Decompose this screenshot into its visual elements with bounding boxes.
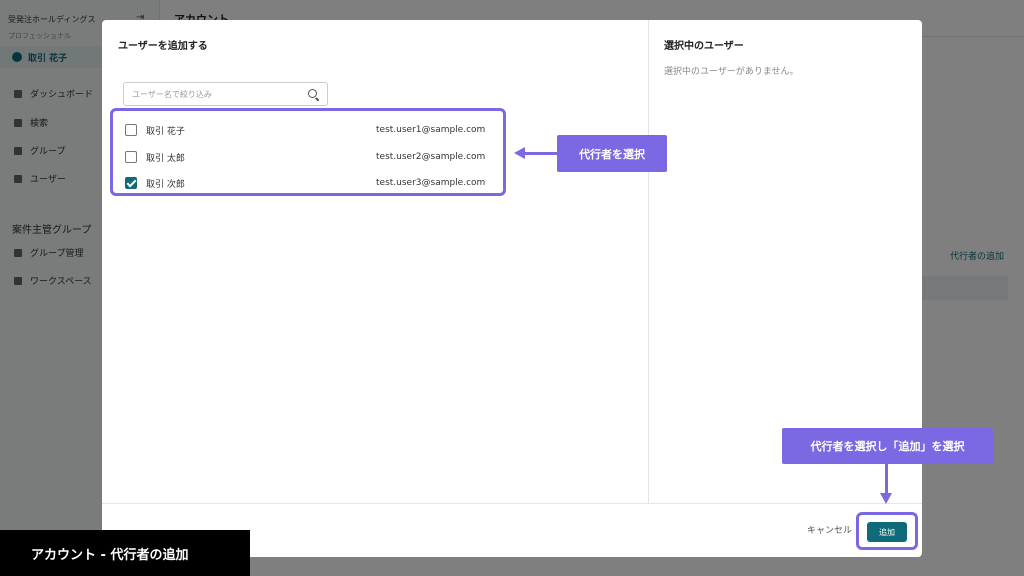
search-field[interactable] xyxy=(123,82,328,106)
checkbox[interactable] xyxy=(125,124,137,136)
arrow-line xyxy=(885,464,888,494)
arrow-left-icon xyxy=(514,147,525,159)
user-list: 取引 花子 test.user1@sample.com 取引 太郎 test.u… xyxy=(110,108,506,196)
modal-title: ユーザーを追加する xyxy=(118,41,208,52)
user-email: test.user2@sample.com xyxy=(376,152,486,162)
arrow-line xyxy=(524,152,558,155)
empty-message: 選択中のユーザーがありません。 xyxy=(664,67,799,77)
divider xyxy=(648,20,649,503)
arrow-down-icon xyxy=(880,493,892,504)
add-button-highlight: 追加 xyxy=(856,512,918,550)
divider xyxy=(102,503,922,504)
user-email: test.user3@sample.com xyxy=(376,178,486,188)
list-item[interactable]: 取引 太郎 test.user2@sample.com xyxy=(113,144,503,170)
checkbox[interactable] xyxy=(125,151,137,163)
annotation-select-add: 代行者を選択し「追加」を選択 xyxy=(782,428,993,464)
search-icon[interactable] xyxy=(308,89,317,98)
add-button[interactable]: 追加 xyxy=(867,522,907,542)
user-name: 取引 次郎 xyxy=(146,179,185,190)
annotation-select-proxy: 代行者を選択 xyxy=(557,135,667,172)
cancel-button[interactable]: キャンセル xyxy=(807,523,852,536)
user-name: 取引 太郎 xyxy=(146,153,185,164)
list-item[interactable]: 取引 花子 test.user1@sample.com xyxy=(113,117,503,143)
search-input[interactable] xyxy=(132,87,302,101)
user-name: 取引 花子 xyxy=(146,126,185,137)
selected-users-title: 選択中のユーザー xyxy=(664,41,744,52)
checkbox-checked[interactable] xyxy=(125,177,137,189)
user-email: test.user1@sample.com xyxy=(376,125,486,135)
caption-label: アカウント - 代行者の追加 xyxy=(0,530,250,576)
list-item[interactable]: 取引 次郎 test.user3@sample.com xyxy=(113,170,503,196)
add-user-modal: ユーザーを追加する 取引 花子 test.user1@sample.com 取引… xyxy=(102,20,922,557)
